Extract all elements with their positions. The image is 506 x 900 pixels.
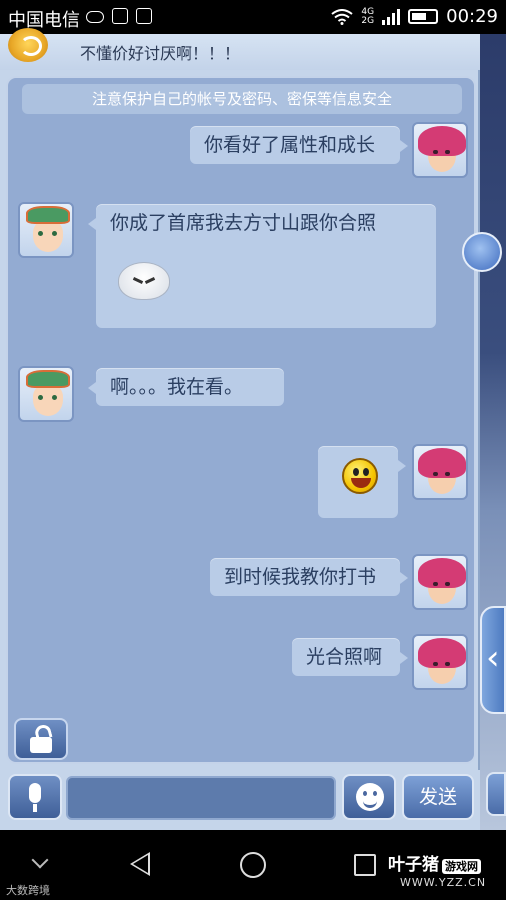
wifi-icon — [331, 8, 354, 25]
chat-bubble: 你看好了属性和成长 — [190, 126, 408, 164]
app-notification-icon — [136, 8, 152, 24]
notification-icons — [86, 8, 152, 24]
message-text: 光合照啊 — [306, 646, 383, 668]
avatar[interactable] — [412, 634, 468, 690]
system-avatar-icon — [8, 28, 48, 62]
chat-bubble — [318, 446, 406, 518]
chat-bubble: 你成了首席我去方寸山跟你合照 — [88, 204, 436, 328]
home-icon[interactable] — [240, 852, 266, 878]
message-text: 啊。。。我在看。 — [110, 376, 244, 398]
avatar[interactable] — [412, 122, 468, 178]
scroll-lock-button[interactable] — [14, 718, 68, 760]
previous-message-strip: 不懂价好讨厌啊！！！ — [0, 28, 480, 70]
microphone-icon — [29, 783, 41, 803]
chat-panel: 不懂价好讨厌啊！！！ 注意保护自己的帐号及密码、密保等信息安全 你看好了属性和成… — [0, 28, 480, 830]
input-bar: 发送 — [0, 770, 480, 830]
watermark-url: WWW.YZZ.CN — [400, 876, 487, 889]
battery-icon — [408, 9, 439, 24]
signal-bars-icon — [382, 8, 401, 25]
chat-history[interactable]: 注意保护自己的帐号及密码、密保等信息安全 你看好了属性和成长 你成了首席我去方寸… — [6, 76, 476, 764]
chat-bubble: 光合照啊 — [292, 638, 408, 676]
smiley-icon — [356, 783, 384, 811]
carrier-name: 中国电信 — [8, 10, 80, 31]
signal-indicator: 4G 2G — [361, 7, 375, 26]
message-input[interactable] — [66, 776, 336, 820]
message-text: 到时候我教你打书 — [224, 566, 377, 588]
dumpling-emoji-icon — [118, 262, 170, 300]
avatar[interactable] — [412, 554, 468, 610]
message-text: 你看好了属性和成长 — [204, 134, 376, 156]
send-button[interactable]: 发送 — [402, 774, 474, 820]
image-icon — [112, 8, 128, 24]
status-bar: 中国电信 4G 2G 00:29 — [0, 0, 506, 34]
avatar[interactable] — [18, 202, 74, 258]
broom-clear-icon[interactable] — [462, 232, 502, 272]
watermark-brand: 叶子猪 游戏网 — [388, 850, 481, 875]
watermark-tag: 游戏网 — [442, 859, 481, 874]
weather-icon — [86, 11, 104, 23]
chat-bubble: 啊。。。我在看。 — [88, 368, 284, 406]
security-notice: 注意保护自己的帐号及密码、密保等信息安全 — [22, 84, 462, 114]
emoji-button[interactable] — [342, 774, 396, 820]
back-icon[interactable] — [130, 852, 150, 876]
clock: 00:29 — [446, 6, 498, 27]
watermark-left: 大数跨境 — [6, 884, 50, 897]
watermark-brand-name: 叶子猪 — [388, 855, 439, 875]
message-text: 你成了首席我去方寸山跟你合照 — [110, 212, 377, 234]
avatar[interactable] — [18, 366, 74, 422]
game-side-button[interactable] — [486, 772, 506, 816]
recent-apps-icon[interactable] — [354, 854, 376, 876]
chat-bubble: 到时候我教你打书 — [210, 558, 408, 596]
smile-emoji-icon — [342, 458, 378, 494]
voice-button[interactable] — [8, 774, 62, 820]
previous-message-text: 不懂价好讨厌啊！！！ — [80, 44, 241, 63]
avatar[interactable] — [412, 444, 468, 500]
hide-nav-icon[interactable] — [31, 851, 49, 869]
network-2g-label: 2G — [361, 15, 375, 26]
navigation-bar: 大数跨境 叶子猪 游戏网 WWW.YZZ.CN — [0, 830, 506, 900]
collapse-panel-tab[interactable] — [480, 606, 506, 714]
